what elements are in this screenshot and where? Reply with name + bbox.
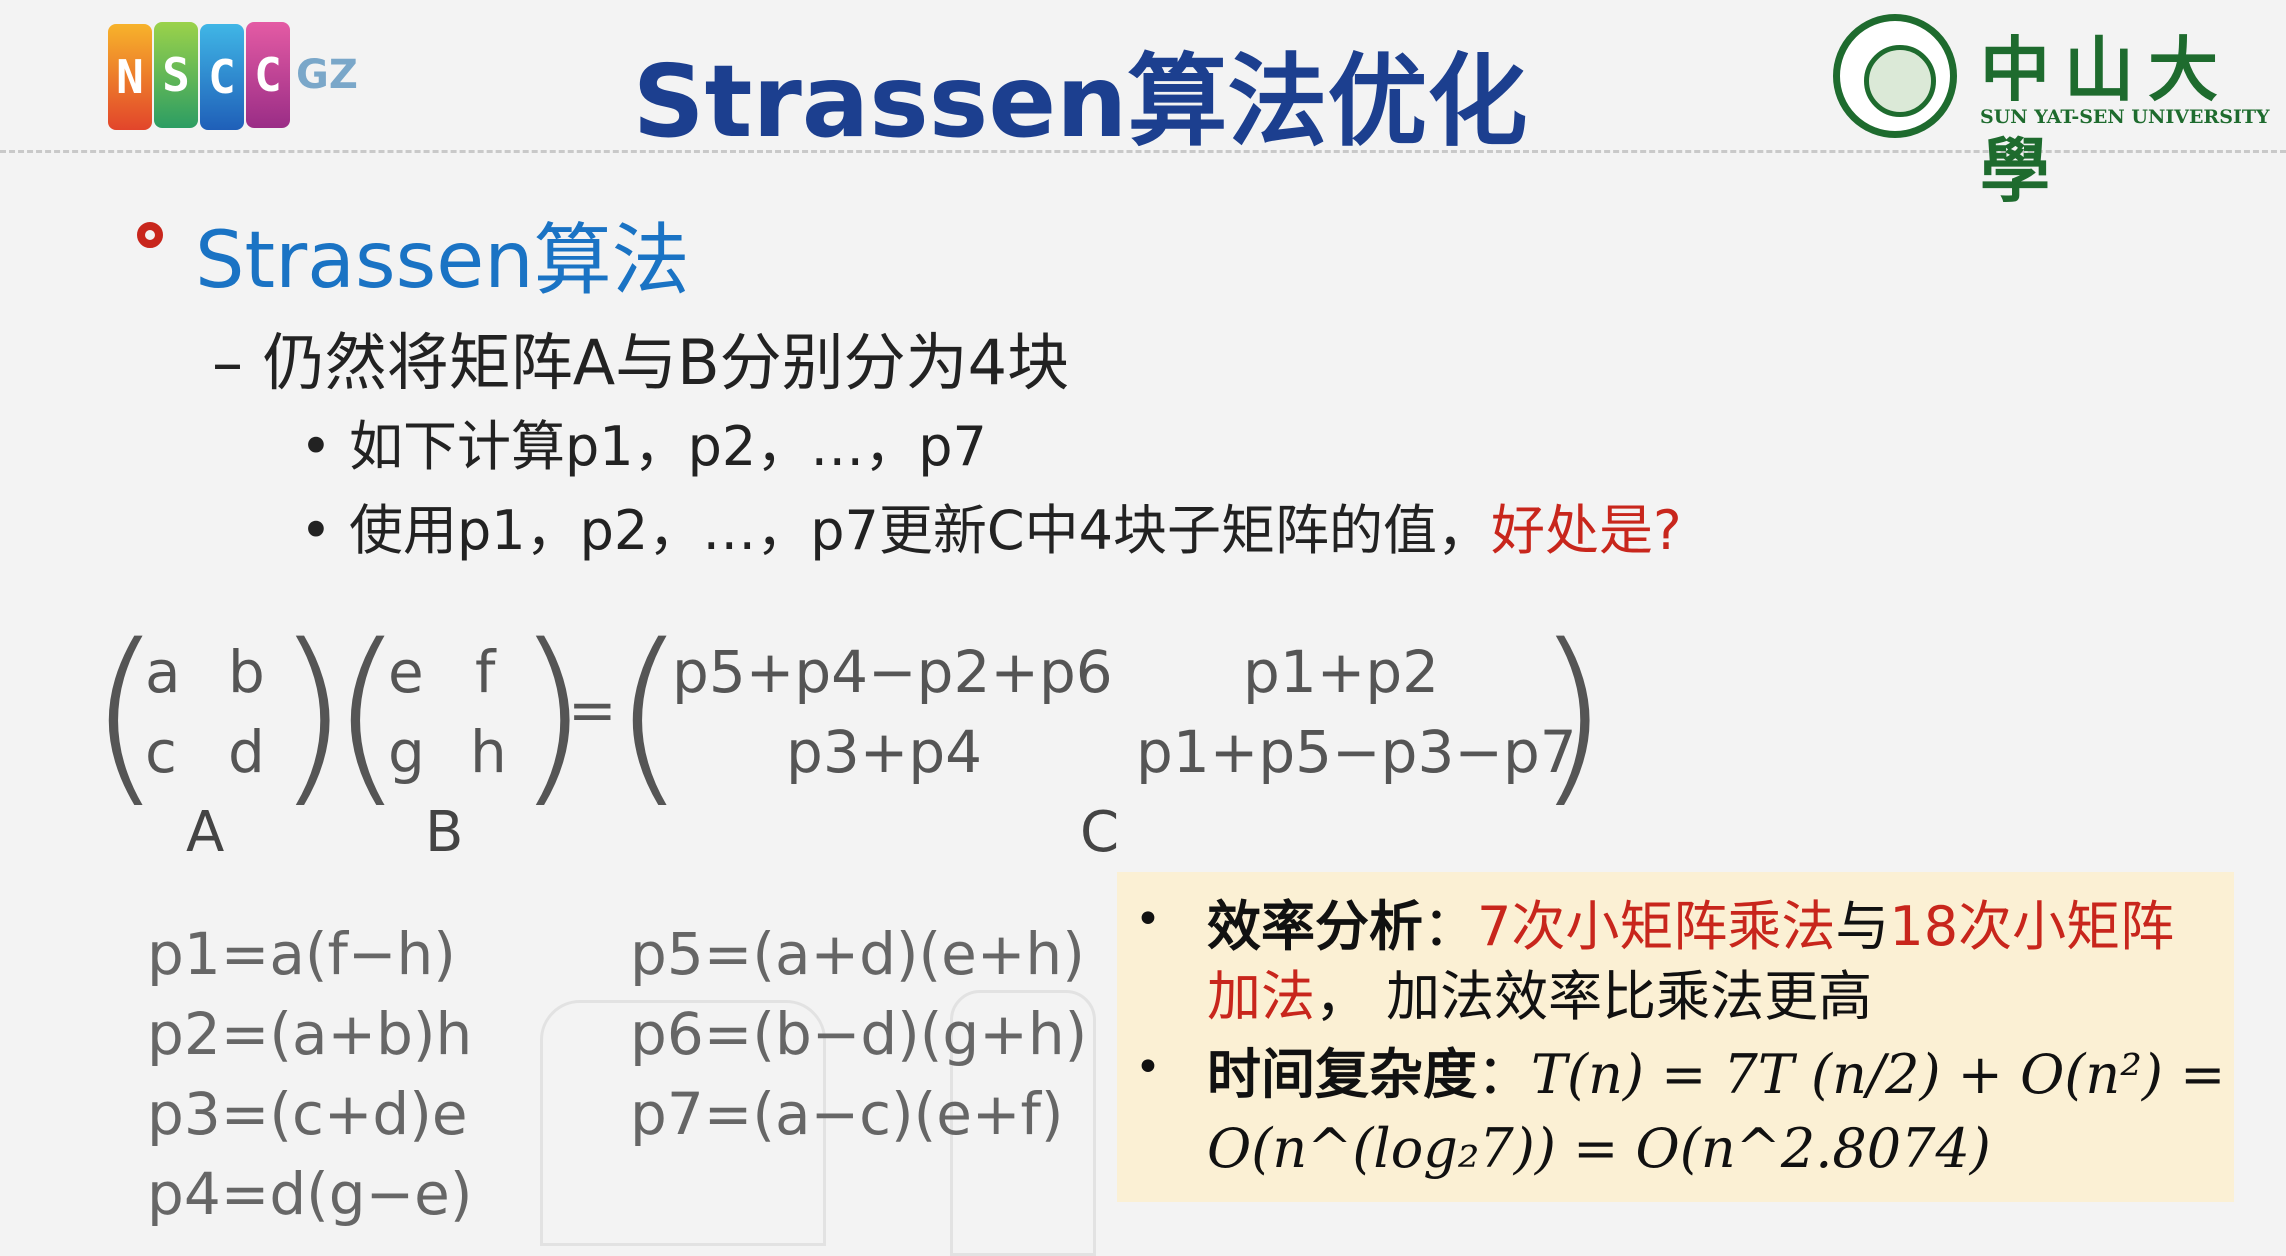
formula-p2: p2=(a+b)h: [147, 1000, 473, 1068]
matrix-label-b: B: [425, 800, 464, 865]
efficiency-mult: 7次小矩阵乘法: [1477, 895, 1836, 958]
matrix-label-a: A: [186, 800, 225, 865]
complexity-line-2: O(n^(log₂7)) = O(n^2.8074): [1207, 1117, 1991, 1180]
matrix-a-cell: a: [145, 638, 181, 706]
complexity-colon: ：: [1477, 1043, 1531, 1106]
complexity-label: 时间复杂度: [1207, 1043, 1477, 1106]
matrix-b-cell: e: [388, 638, 424, 706]
formula-p5: p5=(a+d)(e+h): [630, 920, 1085, 988]
complexity-eq1: T(n) = 7T (n/2) + O(n²) =: [1531, 1043, 2226, 1106]
section-heading: Strassen算法: [195, 216, 690, 306]
formula-p4: p4=d(g−e): [147, 1160, 473, 1228]
matrix-c-cell: p1+p2: [1243, 638, 1440, 706]
bullet-update-question: 好处是?: [1490, 499, 1682, 562]
bullet-update-text: • 使用p1，p2，…，p7更新C中4块子矩阵的值，: [300, 499, 1491, 562]
formula-p1: p1=a(f−h): [147, 920, 456, 988]
analysis-note: • 效率分析：7次小矩阵乘法与18次小矩阵 加法， 加法效率比乘法更高 • 时间…: [1117, 872, 2234, 1202]
matrix-b-cell: g: [388, 718, 425, 786]
efficiency-label: 效率分析: [1207, 895, 1423, 958]
matrix-c-cell: p3+p4: [786, 718, 983, 786]
efficiency-comma: ，: [1315, 965, 1369, 1028]
formula-p6: p6=(b−d)(g+h): [630, 1000, 1088, 1068]
matrix-a-cell: b: [228, 638, 265, 706]
matrix-a-cell: c: [145, 718, 177, 786]
complexity-line: 时间复杂度：T(n) = 7T (n/2) + O(n²) =: [1207, 1030, 2225, 1109]
formula-p7: p7=(a−c)(e+f): [630, 1080, 1064, 1148]
bullet-update: • 使用p1，p2，…，p7更新C中4块子矩阵的值，好处是?: [300, 486, 1682, 565]
note-bullet: •: [1135, 894, 1161, 945]
sysu-seal-center: [1864, 45, 1936, 117]
sysu-seal-icon: [1833, 14, 1957, 138]
efficiency-tail: 加法效率比乘法更高: [1386, 965, 1873, 1028]
matrix-b-cell: f: [475, 638, 496, 706]
ring-bullet-icon: [137, 222, 163, 248]
sub-point: – 仍然将矩阵A与B分别分为4块: [212, 326, 1070, 399]
matrix-c-right-paren: ): [1535, 604, 1610, 825]
bullet-compute: • 如下计算p1，p2，…，p7: [300, 415, 987, 478]
matrix-c-cell: p1+p5−p3−p7: [1136, 718, 1577, 786]
efficiency-line: 效率分析：7次小矩阵乘法与18次小矩阵: [1207, 882, 2174, 961]
matrix-a-cell: d: [228, 718, 265, 786]
efficiency-add: 加法: [1207, 965, 1315, 1028]
sysu-name-en: SUN YAT-SEN UNIVERSITY: [1980, 106, 2270, 128]
equals-sign: =: [568, 676, 617, 744]
complexity-eq2: O(n^(log₂7)) = O(n^2.8074): [1207, 1117, 1991, 1180]
efficiency-colon: ：: [1423, 895, 1477, 958]
efficiency-line-2: 加法， 加法效率比乘法更高: [1207, 952, 1872, 1031]
efficiency-yu: 与: [1835, 895, 1890, 958]
matrix-c-cell: p5+p4−p2+p6: [672, 638, 1113, 706]
efficiency-add-count: 18次小矩阵: [1889, 895, 2175, 958]
note-bullet: •: [1135, 1042, 1161, 1093]
formula-p3: p3=(c+d)e: [147, 1080, 468, 1148]
matrix-b-cell: h: [470, 718, 507, 786]
matrix-label-c: C: [1080, 800, 1120, 865]
